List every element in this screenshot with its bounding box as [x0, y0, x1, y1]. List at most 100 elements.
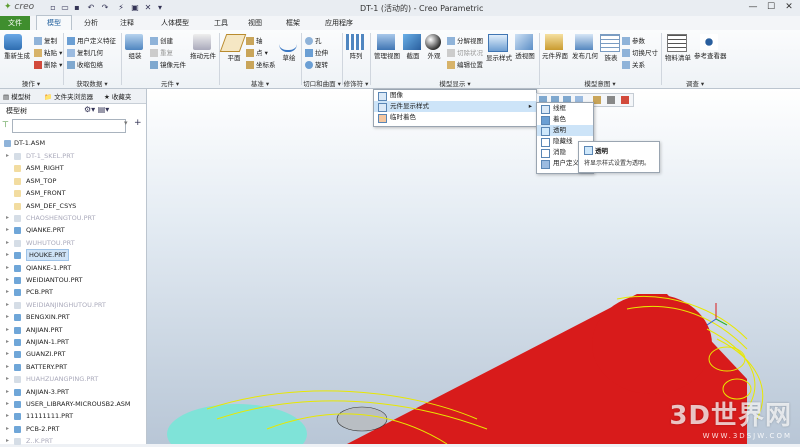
customize-icon[interactable]: ▾ — [155, 3, 165, 13]
tree-item[interactable]: ▸ ANJIAN-1.PRT — [0, 336, 146, 348]
tree-item[interactable]: ▸ HOUKE.PRT — [0, 249, 146, 262]
tab-annotate[interactable]: 注释 — [112, 16, 142, 30]
tree-item[interactable]: ▸ QIANKE.PRT — [0, 224, 146, 236]
tree-item[interactable]: ▸ ANJIAN.PRT — [0, 324, 146, 336]
expand-arrow-icon[interactable]: ▸ — [6, 373, 9, 385]
expand-arrow-icon[interactable]: ▸ — [6, 150, 9, 162]
expand-arrow-icon[interactable]: ▸ — [6, 286, 9, 298]
expand-arrow-icon[interactable]: ▸ — [6, 361, 9, 373]
tree-item[interactable]: ▸ DT-1_SKEL.PRT — [0, 150, 146, 162]
new-file-icon[interactable]: ▫ — [48, 3, 58, 13]
minimize-icon[interactable]: — — [744, 1, 762, 14]
tree-item[interactable]: ▸ BENGXIN.PRT — [0, 311, 146, 323]
display-style-button[interactable]: 显示样式 — [486, 34, 512, 62]
bom-button[interactable]: 物料清单 — [665, 34, 691, 62]
sketch-button[interactable]: 草绘 — [279, 34, 299, 62]
tree-item[interactable]: ▸ HUAHZUANGPING.PRT — [0, 373, 146, 385]
appearance-button[interactable]: 外观 — [425, 34, 443, 60]
tab-view[interactable]: 视图 — [240, 16, 270, 30]
tree-root[interactable]: DT-1.ASM — [0, 137, 146, 149]
menu-item-temporary-shading[interactable]: 临时着色 — [374, 112, 536, 123]
hole-button[interactable]: 孔 — [305, 35, 322, 45]
group-label-model-display[interactable]: 模型显示 ▾ — [372, 78, 538, 88]
publish-geometry-button[interactable]: 发布几何 — [572, 34, 598, 60]
add-icon[interactable]: + — [134, 118, 142, 128]
assemble-button[interactable]: 组装 — [125, 34, 145, 60]
delete-button[interactable]: 删除 ▾ — [34, 59, 62, 69]
tree-item[interactable]: ▸ Z..K.PRT — [0, 435, 146, 447]
create-button[interactable]: 创建 — [150, 35, 173, 45]
drag-component-button[interactable]: 拖动元件 — [190, 34, 216, 60]
expand-arrow-icon[interactable]: ▸ — [6, 423, 9, 435]
component-interface-button[interactable]: 元件界面 — [542, 34, 568, 60]
expand-arrow-icon[interactable]: ▸ — [6, 212, 9, 224]
tab-framework[interactable]: 框架 — [278, 16, 308, 30]
expand-arrow-icon[interactable]: ▸ — [6, 249, 9, 261]
expand-arrow-icon[interactable]: ▸ — [6, 410, 9, 422]
paste-button[interactable]: 粘贴 ▾ — [34, 47, 62, 57]
filter-dropdown-icon[interactable]: ▾ — [124, 119, 128, 127]
copy-geometry-button[interactable]: 复制几何 — [67, 47, 103, 57]
reference-viewer-button[interactable]: 参考查看器 — [694, 34, 727, 60]
tab-applications[interactable]: 应用程序 — [316, 16, 362, 30]
filter-icon[interactable]: ⊤ — [2, 120, 9, 129]
annotation-display-icon[interactable] — [621, 96, 629, 104]
menu-item-component-display-style[interactable]: 元件显示样式 ▸ — [374, 101, 536, 112]
tree-item[interactable]: ▸ CHAOSHENGTOU.PRT — [0, 212, 146, 224]
tree-item[interactable]: ▸ USER_LIBRARY-MICROUSB2.ASM — [0, 398, 146, 410]
tree-filter-input[interactable] — [12, 119, 126, 133]
tree-settings-icon[interactable]: ⚙▾ ▤▾ — [84, 105, 109, 114]
tree-item[interactable]: ▸ GUANZI.PRT — [0, 348, 146, 360]
expand-arrow-icon[interactable]: ▸ — [6, 435, 9, 447]
expand-arrow-icon[interactable]: ▸ — [6, 262, 9, 274]
menu-item-wireframe[interactable]: 线框 — [537, 103, 593, 114]
tree-item[interactable]: ASM_FRONT — [0, 187, 146, 199]
edit-position-button[interactable]: 编辑位置 — [447, 59, 483, 69]
point-button[interactable]: 点 ▾ — [246, 47, 268, 57]
undo-icon[interactable]: ↶ — [86, 3, 96, 13]
tree-item[interactable]: ▸ PCB.PRT — [0, 286, 146, 298]
tree-item[interactable]: ▸ 11111111.PRT — [0, 410, 146, 422]
menu-item-transparent[interactable]: 透明 — [537, 125, 593, 136]
expand-arrow-icon[interactable]: ▸ — [6, 311, 9, 323]
udf-button[interactable]: 用户定义特征 — [67, 35, 116, 45]
expand-arrow-icon[interactable]: ▸ — [6, 299, 9, 311]
regenerate-icon[interactable]: ⚡ — [116, 3, 126, 13]
parameters-button[interactable]: 参数 — [622, 35, 645, 45]
tree-item[interactable]: ▸ ANJIAN-3.PRT — [0, 386, 146, 398]
repeat-button[interactable]: 重复 — [150, 47, 173, 57]
expand-arrow-icon[interactable]: ▸ — [6, 274, 9, 286]
graphics-viewport[interactable] — [147, 89, 800, 444]
tab-favorites[interactable]: ★ 收藏夹 — [104, 91, 131, 101]
expand-arrow-icon[interactable]: ▸ — [6, 237, 9, 249]
cut-state-button[interactable]: 切除状况 — [447, 47, 483, 57]
tab-model-tree[interactable]: ▤ 模型树 — [3, 91, 31, 101]
tree-item[interactable]: ▸ PCB-2.PRT — [0, 423, 146, 435]
maximize-icon[interactable]: ☐ — [762, 1, 780, 14]
expand-arrow-icon[interactable]: ▸ — [6, 398, 9, 410]
tab-model[interactable]: 模型 — [36, 15, 72, 31]
tree-item[interactable]: ▸ BATTERY.PRT — [0, 361, 146, 373]
manage-views-button[interactable]: 管理视图 — [374, 34, 400, 60]
window-icon[interactable]: ▣ — [130, 3, 140, 13]
menu-item-image[interactable]: 图像 — [374, 90, 536, 101]
perspective-button[interactable]: 透视图 — [515, 34, 535, 60]
mirror-component-button[interactable]: 镜像元件 — [150, 59, 186, 69]
close-icon[interactable]: ✕ — [780, 1, 798, 14]
tab-tools[interactable]: 工具 — [206, 16, 236, 30]
tree-item[interactable]: ASM_TOP — [0, 175, 146, 187]
pattern-button[interactable]: 阵列 — [346, 34, 366, 60]
section-button[interactable]: 截面 — [403, 34, 423, 60]
copy-button[interactable]: 复制 — [34, 35, 57, 45]
tab-analysis[interactable]: 分析 — [76, 16, 106, 30]
expand-arrow-icon[interactable]: ▸ — [6, 324, 9, 336]
csys-button[interactable]: 坐标系 — [246, 59, 276, 69]
tree-item[interactable]: ▸ WEIDIANJINGHUTOU.PRT — [0, 299, 146, 311]
tree-item[interactable]: ASM_DEF_CSYS — [0, 200, 146, 212]
axis-button[interactable]: 轴 — [246, 35, 263, 45]
shrinkwrap-button[interactable]: 收缩包络 — [67, 59, 103, 69]
menu-item-shading[interactable]: 着色 — [537, 114, 593, 125]
switch-dimensions-button[interactable]: 切换尺寸 — [622, 47, 658, 57]
tab-manikin[interactable]: 人体模型 — [150, 16, 200, 30]
tree-item[interactable]: ▸ WEIDIANTOU.PRT — [0, 274, 146, 286]
